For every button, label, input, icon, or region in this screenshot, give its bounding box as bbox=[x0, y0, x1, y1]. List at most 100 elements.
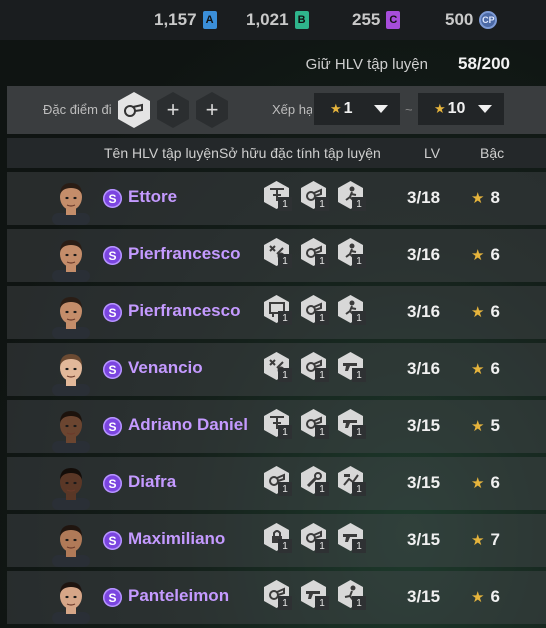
trait-slot[interactable]: 1 bbox=[264, 238, 292, 268]
trait-slot[interactable]: 1 bbox=[264, 523, 292, 553]
currency-cp-value: 500 bbox=[445, 10, 474, 29]
coach-name[interactable]: Ettore bbox=[128, 187, 177, 207]
star-icon: ★ bbox=[471, 532, 485, 549]
avatar[interactable] bbox=[50, 464, 92, 510]
trait-slot[interactable]: 1 bbox=[301, 181, 329, 211]
star-icon: ★ bbox=[471, 418, 485, 435]
trait-level: 1 bbox=[352, 311, 366, 325]
trait-slot[interactable]: 1 bbox=[301, 580, 329, 610]
add-trait-filter-button-2[interactable]: + bbox=[196, 92, 228, 128]
table-row[interactable]: S Maximiliano 1 1 1 3/15 ★ 7 bbox=[7, 514, 546, 567]
special-badge-icon: S bbox=[103, 417, 122, 436]
trait-slot[interactable]: 1 bbox=[264, 466, 292, 496]
coach-level: 3/15 bbox=[407, 416, 441, 435]
star-icon: ★ bbox=[471, 190, 485, 207]
special-badge-icon: S bbox=[103, 474, 122, 493]
table-row[interactable]: S Pierfrancesco 1 1 1 3/16 ★ 6 bbox=[7, 229, 546, 282]
trait-level: 1 bbox=[315, 425, 329, 439]
coach-grade-value: 6 bbox=[490, 587, 500, 606]
col-lv[interactable]: LV bbox=[424, 145, 440, 161]
coach-name[interactable]: Pierfrancesco bbox=[128, 301, 240, 321]
table-row[interactable]: S Adriano Daniel 1 1 1 3/15 ★ 5 bbox=[7, 400, 546, 453]
coach-slots: Giữ HLV tập luyện 58/200 bbox=[306, 52, 510, 76]
coach-grade-value: 6 bbox=[490, 302, 500, 321]
avatar[interactable] bbox=[50, 350, 92, 396]
trait-slot[interactable]: 1 bbox=[338, 466, 366, 496]
coach-traits: 1 1 1 bbox=[264, 295, 374, 331]
rank-min-dropdown[interactable]: ★ 1 bbox=[314, 93, 400, 125]
coach-traits: 1 1 1 bbox=[264, 409, 374, 445]
special-badge-icon: S bbox=[103, 360, 122, 379]
coach-level: 3/15 bbox=[407, 587, 441, 606]
c-currency-icon: C bbox=[386, 11, 401, 29]
trait-level: 1 bbox=[278, 539, 292, 553]
trait-slot[interactable]: 1 bbox=[301, 295, 329, 325]
currency-a: 1,157 A bbox=[154, 9, 217, 31]
trait-level: 1 bbox=[315, 482, 329, 496]
trait-slot[interactable]: 1 bbox=[338, 295, 366, 325]
trait-slot[interactable]: 1 bbox=[264, 580, 292, 610]
coach-name[interactable]: Panteleimon bbox=[128, 586, 229, 606]
trait-slot[interactable]: 1 bbox=[264, 409, 292, 439]
trait-slot[interactable]: 1 bbox=[338, 181, 366, 211]
avatar[interactable] bbox=[50, 521, 92, 567]
trait-level: 1 bbox=[278, 254, 292, 268]
currency-bar: 1,157 A 1,021 B 255 C 500 CP bbox=[0, 0, 546, 40]
table-row[interactable]: S Ettore 1 1 1 3/18 ★ 8 bbox=[7, 172, 546, 225]
coach-name[interactable]: Diafra bbox=[128, 472, 176, 492]
coach-name[interactable]: Venancio bbox=[128, 358, 203, 378]
trait-slot[interactable]: 1 bbox=[301, 238, 329, 268]
avatar[interactable] bbox=[50, 236, 92, 282]
trait-level: 1 bbox=[315, 311, 329, 325]
trait-slot[interactable]: 1 bbox=[338, 352, 366, 382]
coach-level: 3/16 bbox=[407, 245, 441, 264]
coach-slots-label: Giữ HLV tập luyện bbox=[305, 55, 428, 73]
star-icon: ★ bbox=[471, 475, 485, 492]
trait-slot[interactable]: 1 bbox=[338, 580, 366, 610]
avatar[interactable] bbox=[50, 578, 92, 624]
trait-slot[interactable]: 1 bbox=[301, 352, 329, 382]
trait-level: 1 bbox=[315, 596, 329, 610]
col-traits[interactable]: Sở hữu đặc tính tập luyện bbox=[219, 145, 381, 161]
table-row[interactable]: S Diafra 1 1 1 3/15 ★ 6 bbox=[7, 457, 546, 510]
avatar[interactable] bbox=[50, 407, 92, 453]
avatar[interactable] bbox=[50, 179, 92, 225]
trait-level: 1 bbox=[278, 482, 292, 496]
coach-name[interactable]: Maximiliano bbox=[128, 529, 225, 549]
trait-slot[interactable]: 1 bbox=[264, 181, 292, 211]
trait-level: 1 bbox=[352, 596, 366, 610]
table-row[interactable]: S Venancio 1 1 1 3/16 ★ 6 bbox=[7, 343, 546, 396]
b-currency-icon: B bbox=[294, 11, 309, 29]
currency-a-value: 1,157 bbox=[154, 10, 197, 29]
coach-grade-value: 5 bbox=[490, 416, 500, 435]
col-name[interactable]: Tên HLV tập luyện bbox=[104, 145, 219, 161]
table-row[interactable]: S Panteleimon 1 1 1 3/15 ★ 6 bbox=[7, 571, 546, 624]
trait-slot[interactable]: 1 bbox=[264, 295, 292, 325]
table-row[interactable]: S Pierfrancesco 1 1 1 3/16 ★ 6 bbox=[7, 286, 546, 339]
coach-name[interactable]: Pierfrancesco bbox=[128, 244, 240, 264]
plus-icon: + bbox=[205, 97, 219, 122]
coach-traits: 1 1 1 bbox=[264, 181, 374, 217]
chevron-down-icon bbox=[478, 105, 492, 113]
trait-slot[interactable]: 1 bbox=[301, 466, 329, 496]
trait-level: 1 bbox=[315, 254, 329, 268]
coach-grade: ★ 7 bbox=[471, 530, 500, 550]
trait-level: 1 bbox=[352, 197, 366, 211]
trait-slot[interactable]: 1 bbox=[264, 352, 292, 382]
avatar[interactable] bbox=[50, 293, 92, 339]
star-icon: ★ bbox=[471, 304, 485, 321]
coach-name[interactable]: Adriano Daniel bbox=[128, 415, 248, 435]
trait-slot[interactable]: 1 bbox=[338, 409, 366, 439]
whistle-icon bbox=[124, 103, 143, 117]
trait-slot[interactable]: 1 bbox=[301, 523, 329, 553]
star-icon: ★ bbox=[471, 247, 485, 264]
add-trait-filter-button[interactable]: + bbox=[157, 92, 189, 128]
coach-level: 3/16 bbox=[407, 302, 441, 321]
trait-filter-slot[interactable] bbox=[118, 92, 150, 128]
trait-slot[interactable]: 1 bbox=[338, 238, 366, 268]
rank-max-dropdown[interactable]: ★ 10 bbox=[418, 93, 504, 125]
trait-slot[interactable]: 1 bbox=[338, 523, 366, 553]
coach-grade-value: 6 bbox=[490, 359, 500, 378]
trait-slot[interactable]: 1 bbox=[301, 409, 329, 439]
col-grade[interactable]: Bậc bbox=[480, 145, 504, 161]
